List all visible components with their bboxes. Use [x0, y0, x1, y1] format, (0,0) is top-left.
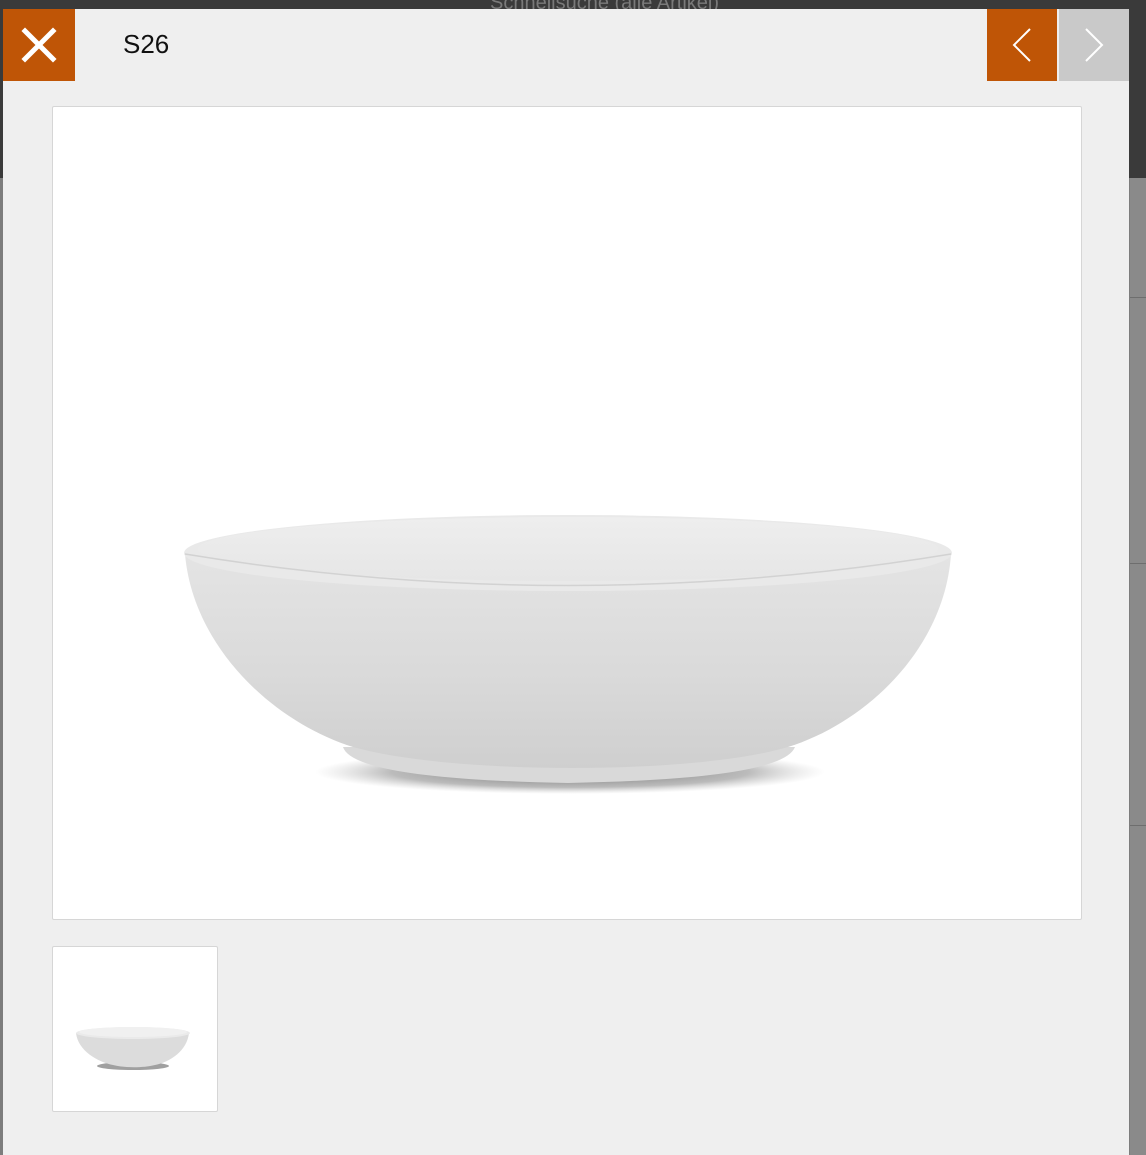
close-button[interactable]: [3, 9, 75, 81]
image-lightbox: S26: [3, 9, 1129, 1155]
next-image-button[interactable]: [1059, 9, 1129, 81]
previous-image-button[interactable]: [987, 9, 1057, 81]
backdrop-divider: [1130, 297, 1146, 298]
backdrop-side-strip: [1130, 178, 1146, 1155]
close-icon: [21, 27, 57, 63]
thumbnail-1[interactable]: [52, 946, 218, 1112]
chevron-left-icon: [1012, 28, 1031, 62]
main-product-image: [52, 106, 1082, 920]
bowl-image: [184, 515, 952, 794]
lightbox-title: S26: [123, 29, 170, 59]
backdrop-divider: [1130, 825, 1146, 826]
bowl-thumbnail-image: [76, 1027, 190, 1070]
chevron-right-icon: [1085, 28, 1104, 62]
backdrop-divider: [1130, 563, 1146, 564]
